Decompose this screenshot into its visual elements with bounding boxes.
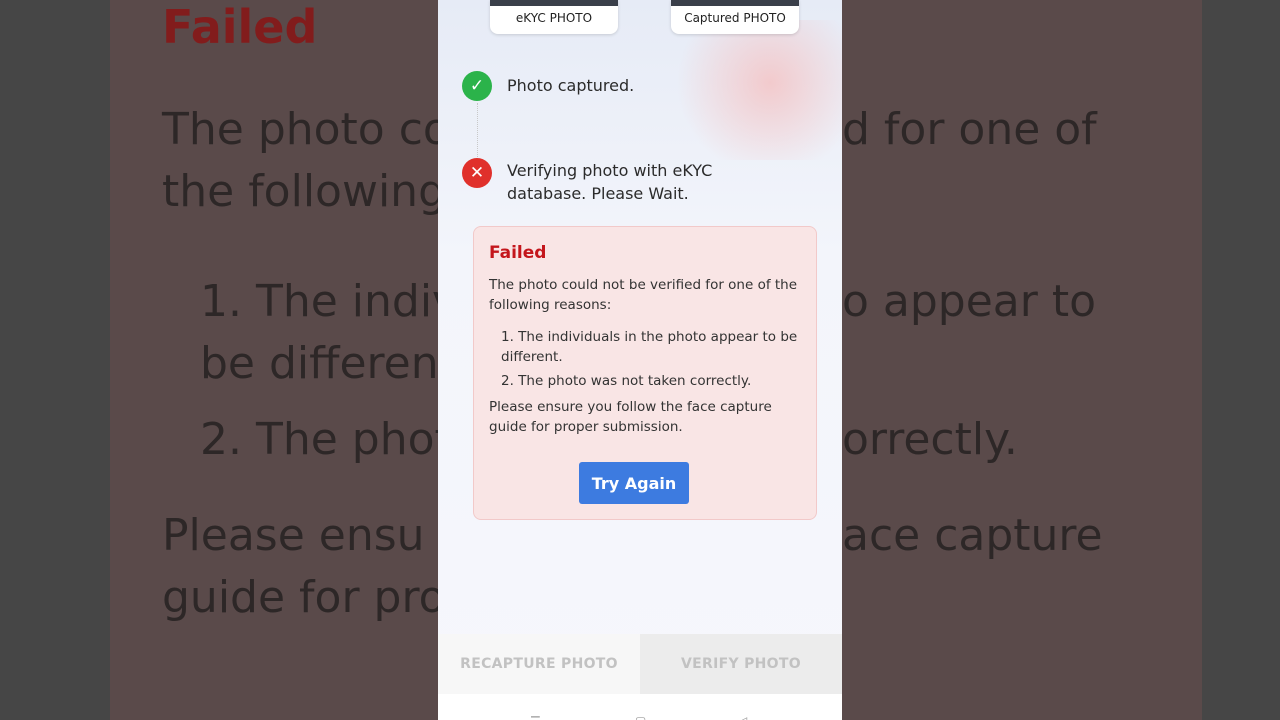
- step-verifying-text: Verifying photo with eKYC database. Plea…: [507, 161, 713, 203]
- home-icon[interactable]: ▢: [635, 714, 646, 720]
- background-text: o appear to: [842, 276, 1097, 327]
- step-connector: [477, 103, 478, 157]
- menu-icon[interactable]: ☰: [530, 714, 541, 720]
- try-again-button[interactable]: Try Again: [579, 462, 689, 504]
- ekyc-photo-thumbnail: [490, 0, 618, 6]
- failure-title: Failed: [489, 243, 547, 263]
- captured-photo-thumbnail: [671, 0, 799, 6]
- background-text: The photo co: [162, 104, 450, 155]
- background-text: be differen: [200, 338, 439, 389]
- decorative-blob: [662, 20, 842, 160]
- failure-reason: 2. The photo was not taken correctly.: [501, 373, 752, 389]
- ekyc-photo-card: eKYC PHOTO: [490, 0, 618, 34]
- step-verifying: ✕ Verifying photo with eKYC database. Pl…: [462, 158, 747, 205]
- back-icon[interactable]: ◁: [738, 714, 747, 720]
- step-photo-captured: ✓ Photo captured.: [462, 71, 634, 101]
- check-icon: ✓: [462, 71, 492, 101]
- failure-alert: Failed The photo could not be verified f…: [473, 226, 817, 520]
- background-text: d for one of: [842, 104, 1097, 155]
- background-text: ace capture: [842, 510, 1103, 561]
- verify-photo-button[interactable]: VERIFY PHOTO: [640, 634, 842, 694]
- system-nav-bar: ☰ ▢ ◁: [438, 694, 842, 720]
- ekyc-photo-label: eKYC PHOTO: [515, 11, 593, 25]
- captured-photo-label: Captured PHOTO: [684, 11, 786, 25]
- background-text: Please ensu: [162, 510, 425, 561]
- failure-advice: Please ensure you follow the face captur…: [489, 399, 772, 435]
- captured-photo-card: Captured PHOTO: [671, 0, 799, 34]
- recapture-photo-button[interactable]: RECAPTURE PHOTO: [438, 634, 640, 694]
- close-icon: ✕: [462, 158, 492, 188]
- background-text: 2. The phot: [200, 414, 452, 465]
- background-text: orrectly.: [842, 414, 1018, 465]
- background-text: guide for pro: [162, 572, 446, 623]
- failure-intro: The photo could not be verified for one …: [489, 277, 798, 313]
- failure-reason: 1. The individuals in the photo appear t…: [501, 329, 798, 365]
- background-text: the following: [162, 166, 447, 217]
- failure-reasons: 1. The individuals in the photo appear t…: [489, 327, 801, 391]
- background-failed-title: Failed: [162, 0, 318, 54]
- step-captured-text: Photo captured.: [507, 76, 635, 95]
- phone-screen: eKYC PHOTO Captured PHOTO ✓ Photo captur…: [438, 0, 842, 720]
- bottom-action-bar: RECAPTURE PHOTO VERIFY PHOTO: [438, 634, 842, 694]
- background-text: 1. The indiv: [200, 276, 459, 327]
